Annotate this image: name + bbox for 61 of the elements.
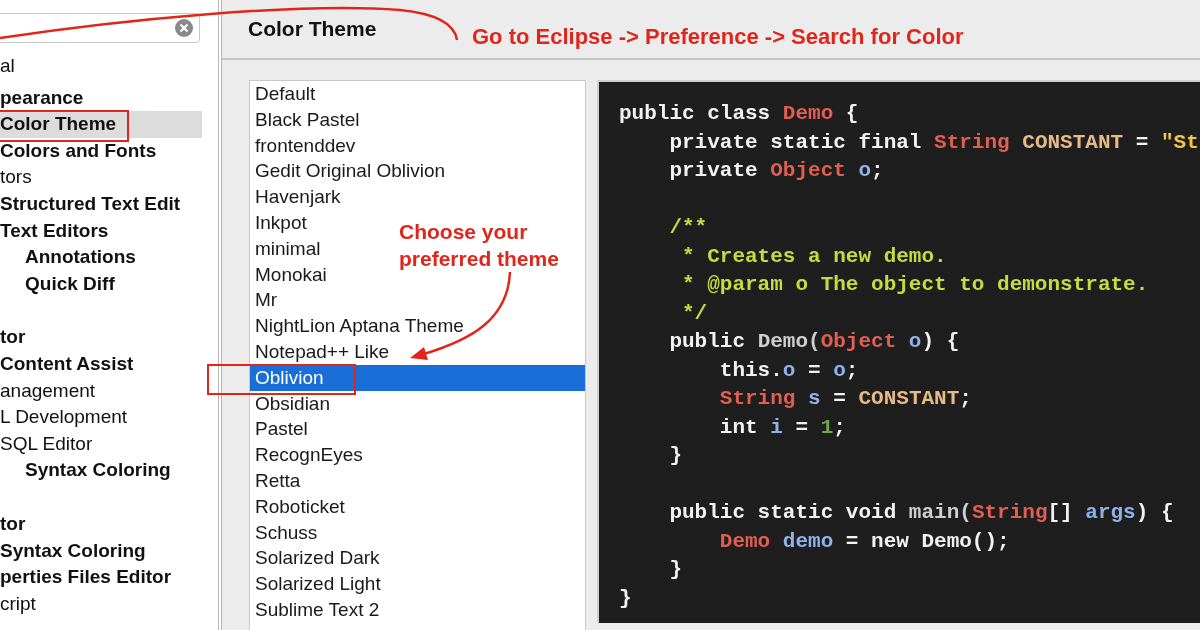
tree-item[interactable]: al bbox=[0, 53, 202, 80]
tree-item[interactable]: Text Editors bbox=[0, 217, 202, 245]
theme-item[interactable]: Default bbox=[250, 81, 318, 107]
theme-item[interactable]: frontenddev bbox=[250, 132, 358, 159]
tree-item[interactable]: Syntax Coloring bbox=[0, 537, 202, 565]
tree-item[interactable]: Content Assist bbox=[0, 350, 202, 378]
code-line: public class Demo { bbox=[619, 101, 859, 127]
theme-item[interactable]: Monokai bbox=[250, 261, 329, 288]
tree-item[interactable]: L Development bbox=[0, 404, 202, 431]
tree-item[interactable]: cript bbox=[0, 590, 202, 618]
theme-item[interactable]: Retta bbox=[250, 467, 303, 494]
search-field[interactable] bbox=[0, 13, 200, 43]
tree-item[interactable]: perties Files Editor bbox=[0, 564, 202, 591]
theme-item[interactable]: Black Pastel bbox=[250, 106, 362, 133]
clear-icon[interactable] bbox=[175, 19, 193, 37]
code-line: private Object o; bbox=[668, 158, 884, 184]
theme-item[interactable]: Solarized Dark bbox=[250, 545, 382, 572]
theme-item[interactable]: Obsidian bbox=[250, 390, 332, 417]
annotation-text: Choose your preferred theme bbox=[399, 219, 560, 272]
theme-item[interactable]: Oblivion bbox=[250, 364, 585, 391]
theme-item[interactable]: NightLion Aptana Theme bbox=[250, 313, 466, 339]
code-line: /** bbox=[668, 215, 708, 241]
code-line: public static void main(String[] args) { bbox=[668, 500, 1174, 526]
code-line: } bbox=[668, 443, 682, 469]
theme-item[interactable]: Roboticket bbox=[250, 493, 347, 520]
code-line: String s = CONSTANT; bbox=[718, 386, 972, 412]
code-line: } bbox=[619, 585, 632, 612]
tree-item[interactable]: Annotations bbox=[0, 244, 202, 271]
code-line: Demo demo = new Demo(); bbox=[718, 528, 1010, 555]
code-line: */ bbox=[681, 300, 708, 327]
theme-item[interactable]: Notepad++ Like bbox=[250, 338, 392, 365]
theme-item[interactable]: minimal bbox=[250, 235, 323, 262]
tree-item[interactable]: Quick Diff bbox=[0, 270, 202, 298]
code-line: this.o = o; bbox=[718, 357, 859, 384]
theme-item[interactable]: Mr bbox=[250, 287, 280, 314]
tree-item[interactable]: SQL Editor bbox=[0, 430, 202, 458]
theme-item[interactable]: Inkpot bbox=[250, 210, 309, 236]
code-line: } bbox=[668, 557, 682, 583]
theme-item[interactable]: Schuss bbox=[250, 519, 320, 546]
tree-item[interactable]: Colors and Fonts bbox=[0, 137, 202, 165]
theme-item[interactable]: Sublime Text 2 bbox=[250, 596, 382, 623]
tree-item[interactable]: anagement bbox=[0, 377, 202, 405]
code-line: * @param o The object to demonstrate. bbox=[681, 272, 1149, 298]
tree-item[interactable]: Syntax Coloring bbox=[0, 457, 202, 484]
page-title: Color Theme bbox=[248, 16, 377, 43]
theme-item[interactable]: RecognEyes bbox=[250, 442, 365, 468]
theme-item[interactable]: Gedit Original Oblivion bbox=[250, 158, 448, 185]
tree-item[interactable]: Structured Text Edit bbox=[0, 190, 202, 218]
theme-item[interactable]: Solarized Light bbox=[250, 571, 383, 597]
code-line: private static final String CONSTANT = "St bbox=[668, 129, 1199, 156]
code-line: public Demo(Object o) { bbox=[668, 329, 960, 355]
code-line: int i = 1; bbox=[718, 414, 846, 441]
theme-item[interactable]: Havenjark bbox=[250, 184, 343, 210]
tree-item[interactable]: tor bbox=[0, 324, 202, 351]
tree-item[interactable]: pearance bbox=[0, 84, 202, 112]
tree-item[interactable]: tor bbox=[0, 510, 202, 538]
tree-item[interactable]: tors bbox=[0, 164, 202, 191]
annotation-text: Go to Eclipse -> Preference -> Search for Color bbox=[472, 23, 964, 51]
code-line: * Creates a new demo. bbox=[681, 243, 947, 270]
tree-item[interactable]: Color Theme bbox=[0, 111, 202, 138]
theme-item[interactable]: Pastel bbox=[250, 416, 310, 443]
